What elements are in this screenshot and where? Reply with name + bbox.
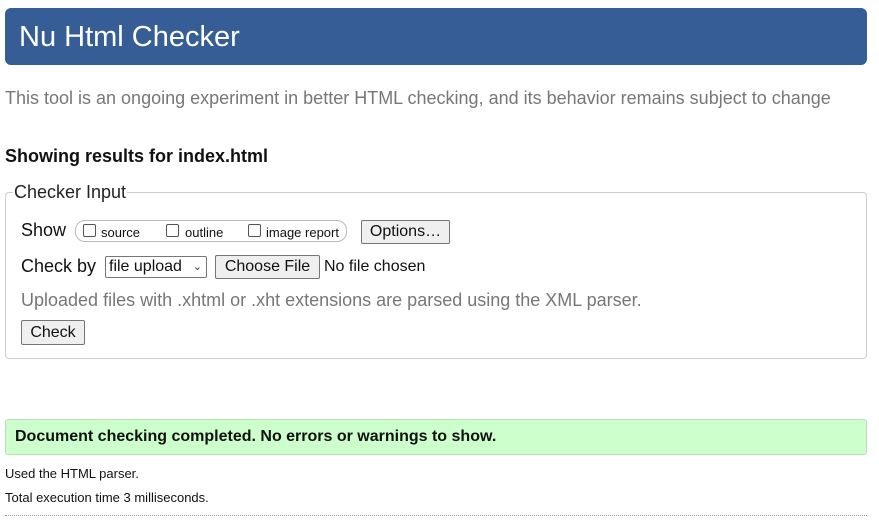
source-checkbox[interactable]: [83, 224, 96, 237]
check-button[interactable]: Check: [21, 320, 85, 345]
execution-time: Total execution time 3 milliseconds.: [5, 490, 209, 505]
results-heading: Showing results for index.html: [5, 146, 269, 166]
options-button[interactable]: Options…: [361, 220, 450, 244]
success-message-box: Document checking completed. No errors o…: [5, 419, 867, 455]
source-checkbox-label[interactable]: source: [101, 225, 140, 241]
image-report-checkbox-label[interactable]: image report: [266, 225, 339, 241]
parser-note: Used the HTML parser.: [5, 466, 139, 481]
show-label: Show: [21, 220, 67, 240]
choose-file-button[interactable]: Choose File: [215, 255, 320, 279]
outline-checkbox-label[interactable]: outline: [185, 225, 223, 241]
page-title: Nu Html Checker: [19, 21, 240, 53]
intro-text: This tool is an ongoing experiment in be…: [5, 88, 831, 108]
divider: [5, 515, 867, 516]
xml-parser-hint: Uploaded files with .xhtml or .xht exten…: [21, 290, 642, 310]
outline-checkbox[interactable]: [166, 224, 179, 237]
chevron-down-icon: ⌄: [192, 261, 202, 273]
check-by-selected-value: file upload: [109, 258, 182, 275]
page-header: Nu Html Checker: [5, 8, 867, 65]
image-report-checkbox[interactable]: [248, 224, 261, 237]
check-by-select[interactable]: file upload ⌄: [105, 256, 207, 278]
success-message: Document checking completed. No errors o…: [15, 428, 497, 445]
check-by-label: Check by: [21, 256, 97, 276]
checker-input-legend: Checker Input: [13, 181, 128, 203]
file-status: No file chosen: [324, 258, 426, 275]
